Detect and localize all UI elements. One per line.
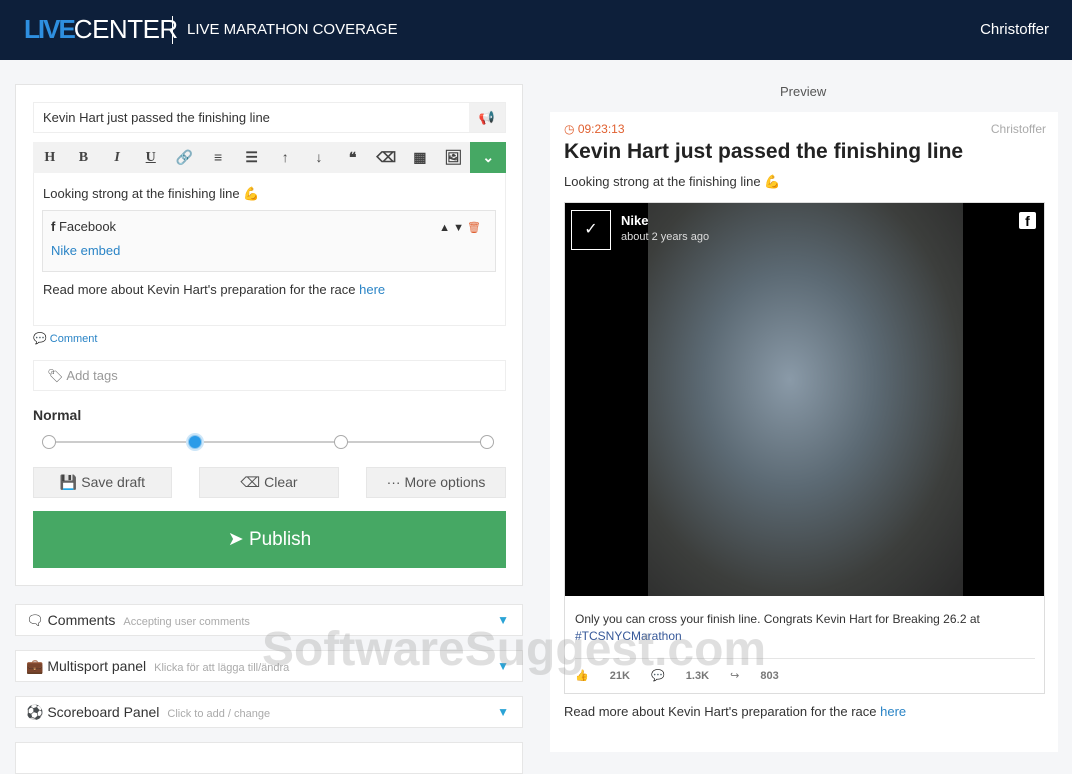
- comment-icon: 💬: [33, 333, 50, 345]
- page-name[interactable]: Nike: [621, 213, 648, 228]
- move-down-icon[interactable]: ▼: [453, 222, 464, 234]
- user-menu[interactable]: Christoffer: [980, 21, 1049, 38]
- post-author: Christoffer: [991, 122, 1046, 136]
- editor-content[interactable]: Looking strong at the finishing line 💪 f…: [33, 173, 506, 326]
- chevron-down-icon[interactable]: ⌄: [470, 142, 506, 173]
- heading-button[interactable]: H: [33, 142, 67, 173]
- bold-button[interactable]: B: [67, 142, 101, 173]
- link-icon[interactable]: 🔗: [168, 142, 202, 173]
- comments-icon: 🗨: [26, 612, 48, 628]
- like-icon: 👍: [575, 670, 592, 682]
- save-draft-button[interactable]: 💾 Save draft: [33, 467, 172, 498]
- tag-icon: 🏷: [47, 368, 66, 383]
- top-bar: LIVECENTER LIVE MARATHON COVERAGE Christ…: [0, 0, 1072, 60]
- preview-card: ◷ 09:23:13 Christoffer Kevin Hart just p…: [550, 112, 1058, 752]
- editor-toolbar: H B I U 🔗 ≡ ☰ ↑ ↓ ❝ ⌫ ▦ 🖼 ⌄: [33, 142, 506, 173]
- collapsed-panel[interactable]: [15, 742, 523, 774]
- send-icon: ➤: [228, 529, 249, 550]
- body-text: Looking strong at the finishing line 💪: [43, 186, 496, 202]
- facebook-icon: f: [51, 219, 59, 234]
- bullet-list-icon[interactable]: ☰: [235, 142, 269, 173]
- more-options-button[interactable]: ··· More options: [366, 467, 506, 498]
- post-age: about 2 years ago: [621, 231, 709, 243]
- chevron-down-icon[interactable]: ▼: [497, 697, 509, 727]
- clock-icon: ◷: [564, 122, 578, 136]
- preview-label: Preview: [780, 84, 826, 99]
- publish-button[interactable]: ➤ Publish: [33, 511, 506, 568]
- slider-handle[interactable]: [188, 435, 202, 449]
- facebook-icon[interactable]: f: [1019, 212, 1036, 229]
- comment-icon: 💬: [651, 670, 668, 682]
- priority-slider[interactable]: [49, 441, 487, 443]
- comments-panel[interactable]: 🗨 CommentsAccepting user comments▼: [15, 604, 523, 636]
- fb-caption: Only you can cross your finish line. Con…: [575, 611, 1035, 645]
- eraser-icon[interactable]: ⌫: [369, 142, 403, 173]
- megaphone-icon[interactable]: 📢: [469, 103, 505, 132]
- embed-block: f Facebook Nike embed ▲ ▼ 🗑: [42, 210, 496, 272]
- soccer-ball-icon: ⚽: [26, 704, 47, 720]
- runner-image: [648, 203, 963, 596]
- slider-step[interactable]: [334, 435, 348, 449]
- post-body: Looking strong at the finishing line 💪: [564, 174, 780, 190]
- fb-stats: 👍 21K 💬 1.3K ↪ 803: [575, 658, 1035, 682]
- italic-button[interactable]: I: [100, 142, 134, 173]
- chevron-down-icon[interactable]: ▼: [497, 605, 509, 635]
- post-time: ◷ 09:23:13: [564, 122, 625, 136]
- arrow-down-icon[interactable]: ↓: [302, 142, 336, 173]
- share-icon: ↪: [730, 670, 742, 682]
- priority-label: Normal: [33, 407, 81, 423]
- clear-button[interactable]: ⌫ Clear: [199, 467, 339, 498]
- title-input[interactable]: Kevin Hart just passed the finishing lin…: [33, 102, 506, 133]
- arrow-up-icon[interactable]: ↑: [268, 142, 302, 173]
- post-photo[interactable]: ✓ Nike about 2 years ago f: [565, 203, 1044, 596]
- underline-button[interactable]: U: [134, 142, 168, 173]
- multisport-panel[interactable]: 💼 Multisport panelKlicka för att lägga t…: [15, 650, 523, 682]
- image-icon[interactable]: 🖼: [437, 142, 471, 173]
- hashtag-link[interactable]: #TCSNYCMarathon: [575, 629, 682, 643]
- embed-link[interactable]: Nike embed: [51, 243, 120, 258]
- eraser-icon: ⌫: [240, 474, 264, 490]
- briefcase-icon: 💼: [26, 658, 47, 674]
- divider: [172, 16, 173, 44]
- trash-icon[interactable]: 🗑: [467, 222, 481, 234]
- logo[interactable]: LIVECENTER: [24, 14, 178, 45]
- move-up-icon[interactable]: ▲: [439, 222, 450, 234]
- nike-avatar[interactable]: ✓: [571, 210, 611, 250]
- save-icon: 💾: [60, 474, 81, 490]
- ordered-list-icon[interactable]: ≡: [201, 142, 235, 173]
- page-title: LIVE MARATHON COVERAGE: [187, 21, 398, 38]
- chevron-down-icon[interactable]: ▼: [497, 651, 509, 681]
- editor-panel: Kevin Hart just passed the finishing lin…: [15, 84, 523, 586]
- post-title: Kevin Hart just passed the finishing lin…: [564, 140, 963, 164]
- quote-icon[interactable]: ❝: [336, 142, 370, 173]
- read-more-link[interactable]: here: [359, 282, 385, 297]
- read-more-text: Read more about Kevin Hart's preparation…: [564, 704, 906, 719]
- read-more-link[interactable]: here: [880, 704, 906, 719]
- slider-step[interactable]: [480, 435, 494, 449]
- tags-input[interactable]: 🏷 Add tags: [33, 360, 506, 391]
- comment-link[interactable]: 💬 Comment: [33, 332, 97, 345]
- ellipsis-icon: ···: [387, 474, 405, 490]
- table-icon[interactable]: ▦: [403, 142, 437, 173]
- facebook-embed: ✓ Nike about 2 years ago f Only you can …: [564, 202, 1045, 694]
- slider-step[interactable]: [42, 435, 56, 449]
- scoreboard-panel[interactable]: ⚽ Scoreboard PanelClick to add / change▼: [15, 696, 523, 728]
